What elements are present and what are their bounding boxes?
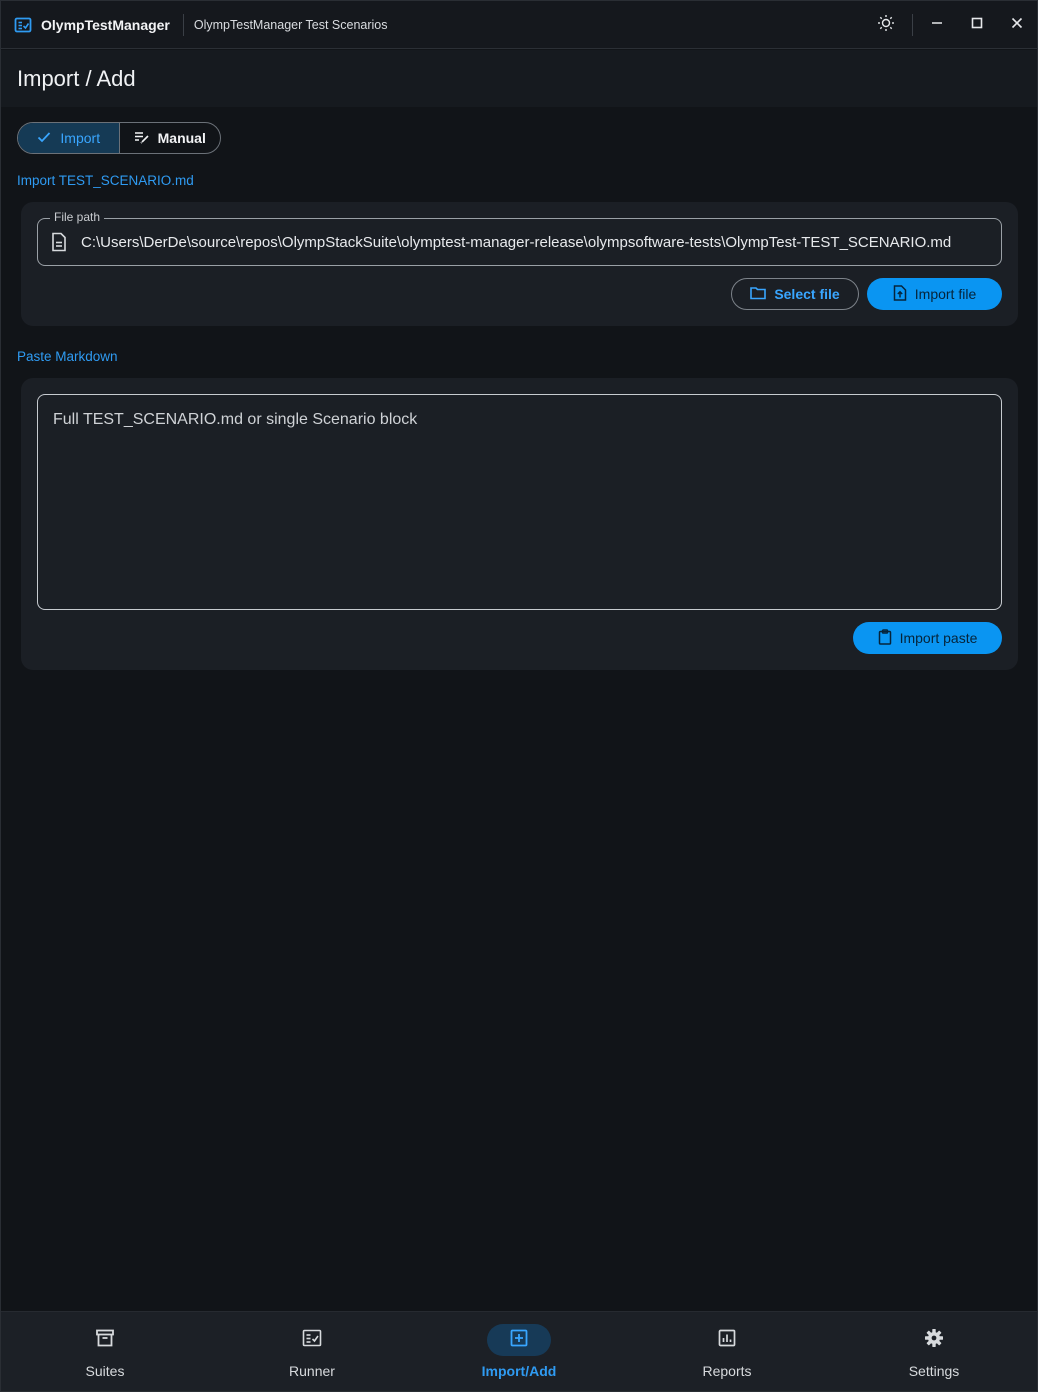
tab-manual-label: Manual (157, 130, 206, 146)
chart-icon (717, 1328, 737, 1353)
theme-toggle-icon (877, 14, 895, 37)
app-name: OlympTestManager (41, 16, 170, 33)
tab-manual[interactable]: Manual (120, 123, 221, 153)
file-path-label: File path (50, 210, 105, 224)
page-header: Import / Add (1, 50, 1037, 107)
page-title: Import / Add (17, 66, 136, 91)
file-path-value: C:\Users\DerDe\source\repos\OlympStackSu… (81, 234, 952, 251)
minimize-button[interactable] (917, 1, 957, 49)
check-icon (36, 129, 60, 148)
select-file-label: Select file (774, 286, 840, 302)
paste-markdown-section-title: Paste Markdown (17, 349, 118, 364)
nav-label-suites: Suites (85, 1363, 125, 1379)
checklist-icon (302, 1328, 322, 1353)
add-box-icon (509, 1328, 529, 1353)
close-icon (1010, 16, 1024, 35)
import-paste-button[interactable]: Import paste (853, 622, 1002, 654)
file-upload-icon (893, 284, 915, 304)
mode-toggle: Import Manual (17, 122, 221, 154)
nav-label-runner: Runner (289, 1363, 335, 1379)
import-file-label: Import file (914, 286, 977, 302)
minimize-icon (930, 16, 944, 35)
nav-label-reports: Reports (702, 1363, 752, 1379)
close-button[interactable] (997, 1, 1037, 49)
select-file-button[interactable]: Select file (731, 278, 859, 310)
theme-toggle-button[interactable] (866, 1, 906, 49)
markdown-textarea[interactable]: Full TEST_SCENARIO.md or single Scenario… (37, 394, 1002, 610)
archive-icon (95, 1328, 115, 1353)
document-icon (50, 232, 68, 257)
edit-note-icon (134, 129, 158, 148)
nav-label-settings: Settings (908, 1363, 960, 1379)
nav-item-reports[interactable]: Reports (647, 1312, 807, 1392)
import-paste-label: Import paste (899, 630, 978, 646)
file-path-field[interactable]: File path C:\Users\DerDe\source\repos\Ol… (37, 210, 1002, 266)
nav-item-runner[interactable]: Runner (232, 1312, 392, 1392)
title-divider (182, 13, 184, 36)
title-bar: OlympTestManager OlympTestManager Test S… (1, 1, 1037, 49)
nav-label-import-add: Import/Add (481, 1363, 557, 1379)
import-file-card: File path C:\Users\DerDe\source\repos\Ol… (21, 202, 1018, 326)
app-logo-icon (14, 16, 32, 34)
maximize-icon (970, 16, 984, 35)
clipboard-icon (878, 628, 900, 648)
gear-icon (924, 1328, 944, 1353)
nav-item-settings[interactable]: Settings (854, 1312, 1014, 1392)
import-file-button[interactable]: Import file (867, 278, 1002, 310)
folder-icon (750, 286, 774, 303)
nav-item-import-add[interactable]: Import/Add (439, 1312, 599, 1392)
tab-import-label: Import (60, 130, 101, 146)
paste-markdown-card: Full TEST_SCENARIO.md or single Scenario… (21, 378, 1018, 670)
maximize-button[interactable] (957, 1, 997, 49)
import-file-section-title: Import TEST_SCENARIO.md (17, 173, 194, 188)
titlebar-divider (912, 14, 913, 36)
bottom-navigation: Suites Runner Import/Add Reports Setting… (1, 1311, 1037, 1391)
markdown-textarea-placeholder: Full TEST_SCENARIO.md or single Scenario… (53, 411, 418, 428)
tab-import[interactable]: Import (18, 123, 120, 153)
window-title: OlympTestManager Test Scenarios (193, 17, 388, 32)
nav-item-suites[interactable]: Suites (25, 1312, 185, 1392)
